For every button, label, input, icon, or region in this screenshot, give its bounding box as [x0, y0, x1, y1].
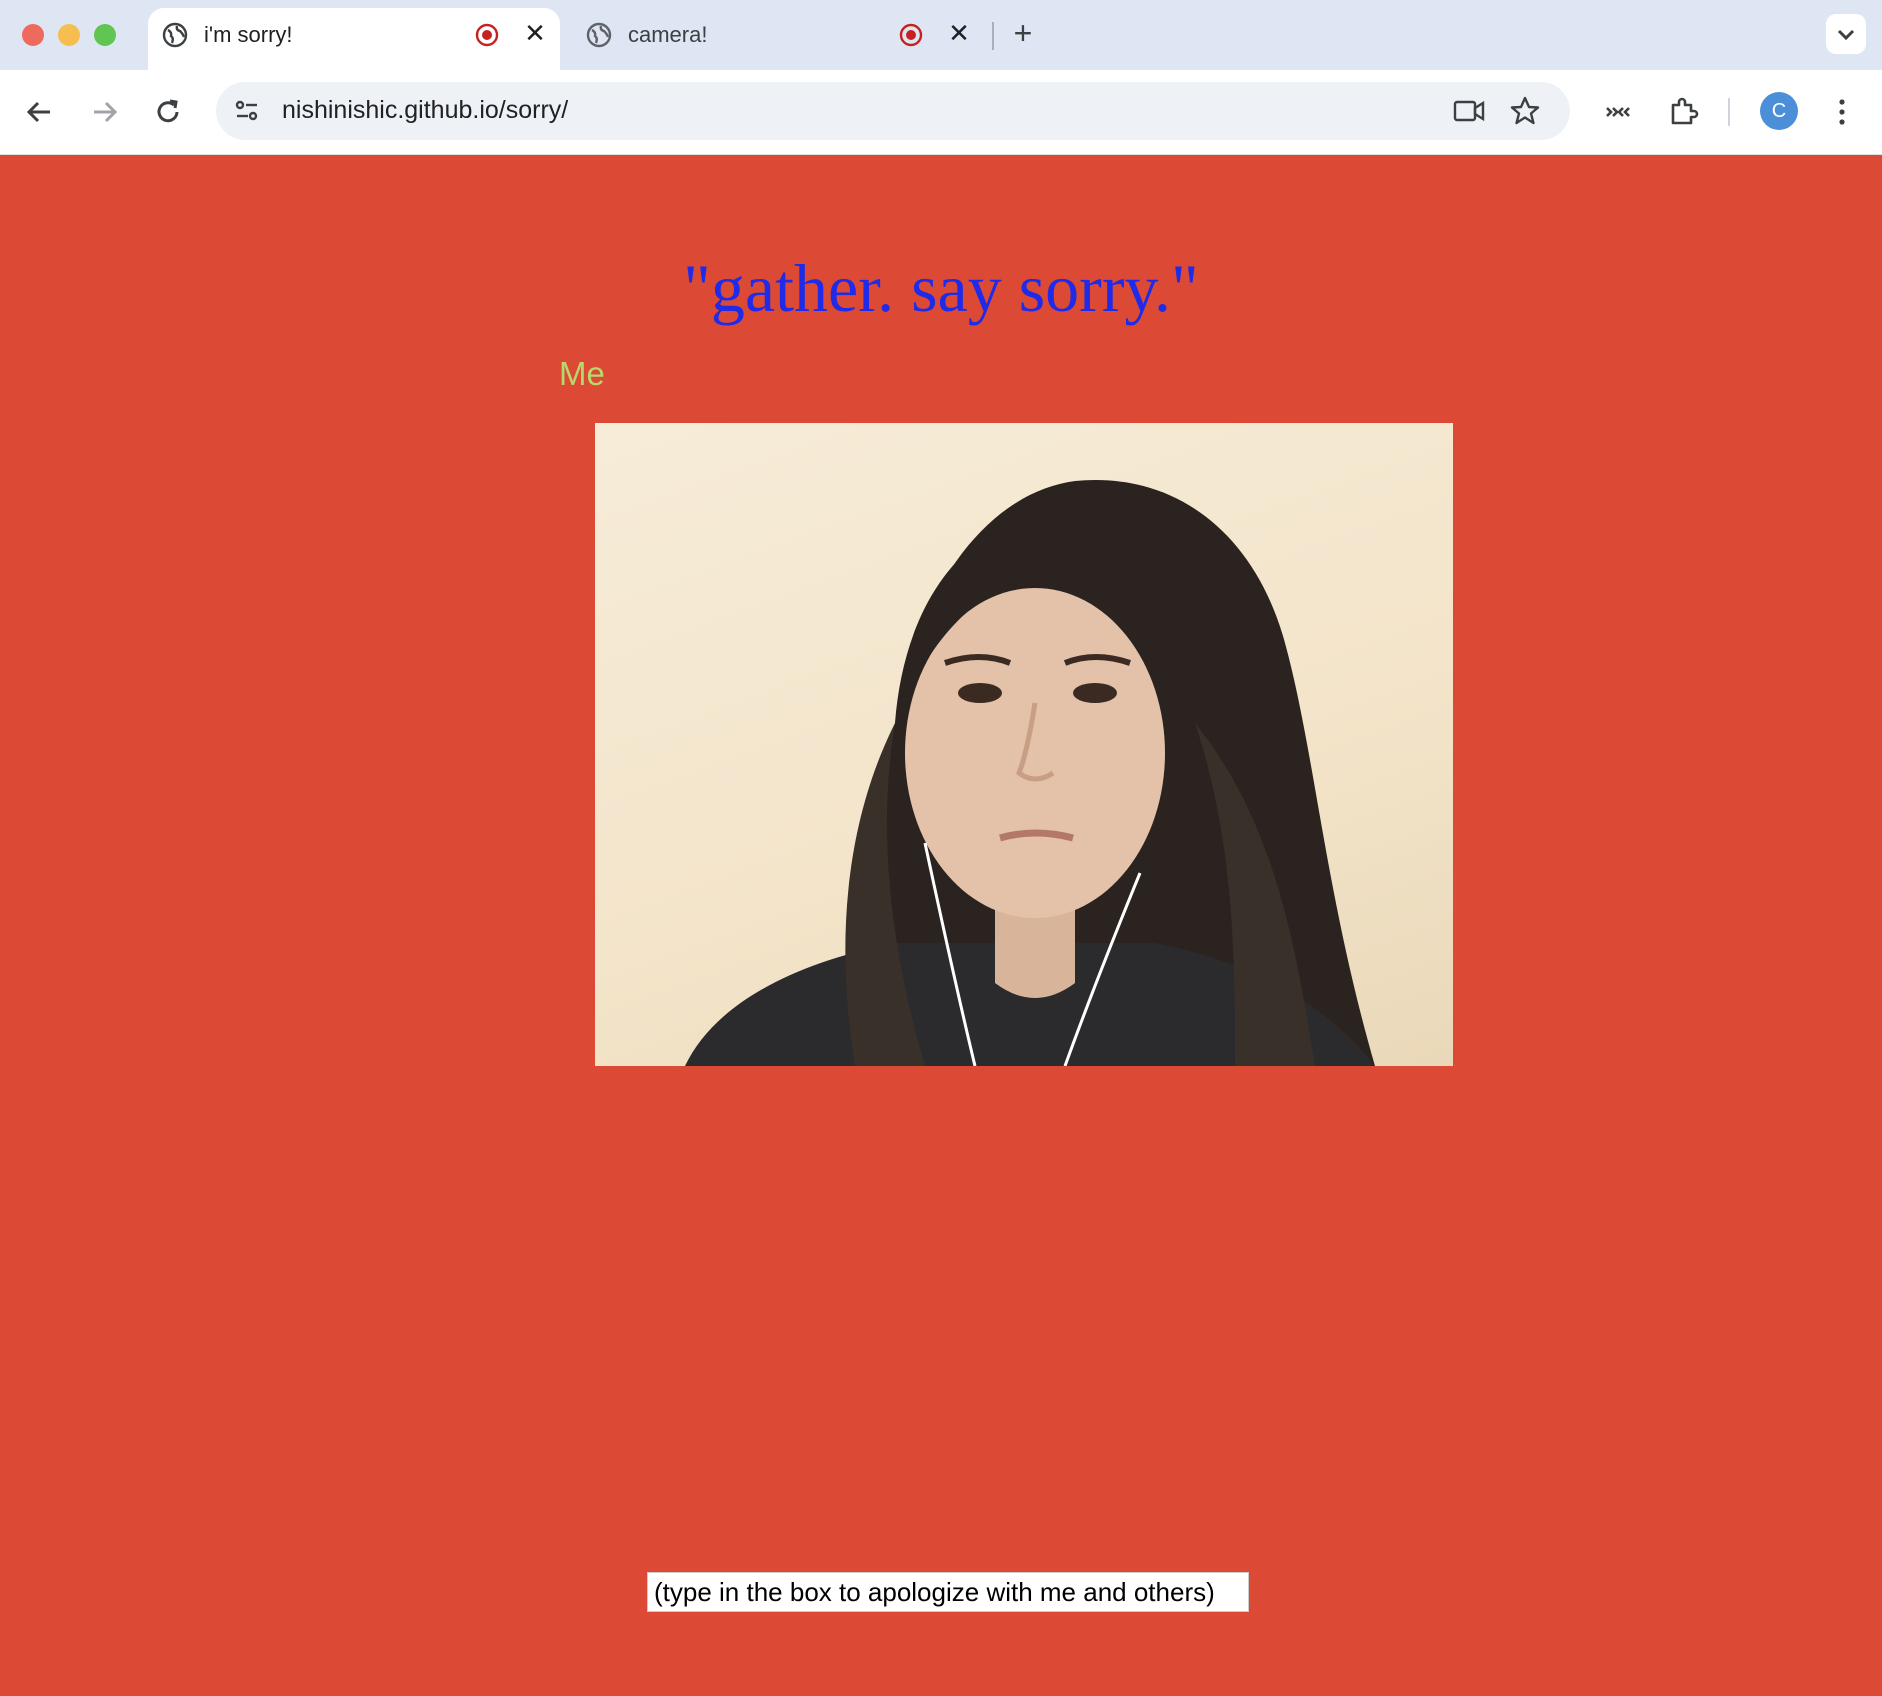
extensions-icon[interactable]	[1664, 92, 1704, 132]
reload-icon[interactable]	[148, 92, 188, 132]
record-icon	[475, 23, 499, 47]
media-controls-icon[interactable]	[1598, 92, 1638, 132]
page-content: "gather. say sorry." Me	[0, 155, 1882, 1696]
close-icon[interactable]: ✕	[520, 18, 550, 48]
profile-avatar[interactable]: C	[1760, 92, 1798, 130]
window-close-button[interactable]	[22, 24, 44, 46]
back-arrow-icon[interactable]	[20, 92, 60, 132]
tab-separator	[992, 22, 994, 50]
address-bar[interactable]: nishinishic.github.io/sorry/	[216, 82, 1570, 140]
close-icon[interactable]: ✕	[944, 18, 974, 48]
tab-search-button[interactable]	[1826, 14, 1866, 54]
window-maximize-button[interactable]	[94, 24, 116, 46]
record-icon	[899, 23, 923, 47]
url-text: nishinishic.github.io/sorry/	[282, 96, 569, 124]
camera-icon[interactable]	[1452, 96, 1486, 126]
globe-icon	[586, 22, 612, 48]
globe-icon	[162, 22, 188, 48]
star-icon[interactable]	[1508, 94, 1542, 128]
site-settings-icon[interactable]	[230, 94, 264, 128]
tab-strip: i'm sorry! ✕ camera! ✕ +	[0, 0, 1882, 70]
window-minimize-button[interactable]	[58, 24, 80, 46]
page-headline: "gather. say sorry."	[683, 250, 1199, 326]
browser-toolbar: nishinishic.github.io/sorry/ C	[0, 70, 1882, 155]
chevron-down-icon	[1837, 29, 1855, 41]
tab-camera[interactable]: camera! ✕	[572, 8, 984, 70]
browser-window: i'm sorry! ✕ camera! ✕ + nishinishic.git…	[0, 0, 1882, 1696]
me-label: Me	[559, 355, 605, 392]
kebab-menu-icon[interactable]	[1822, 92, 1862, 132]
plus-icon[interactable]: +	[1006, 16, 1040, 50]
forward-arrow-icon[interactable]	[84, 92, 124, 132]
tab-title: camera!	[628, 22, 708, 47]
person-silhouette	[685, 479, 1375, 1066]
tab-im-sorry[interactable]: i'm sorry! ✕	[148, 8, 560, 70]
toolbar-divider	[1728, 98, 1730, 126]
apology-input[interactable]	[647, 1572, 1249, 1612]
webcam-video	[595, 423, 1453, 1066]
tab-title: i'm sorry!	[204, 22, 293, 47]
